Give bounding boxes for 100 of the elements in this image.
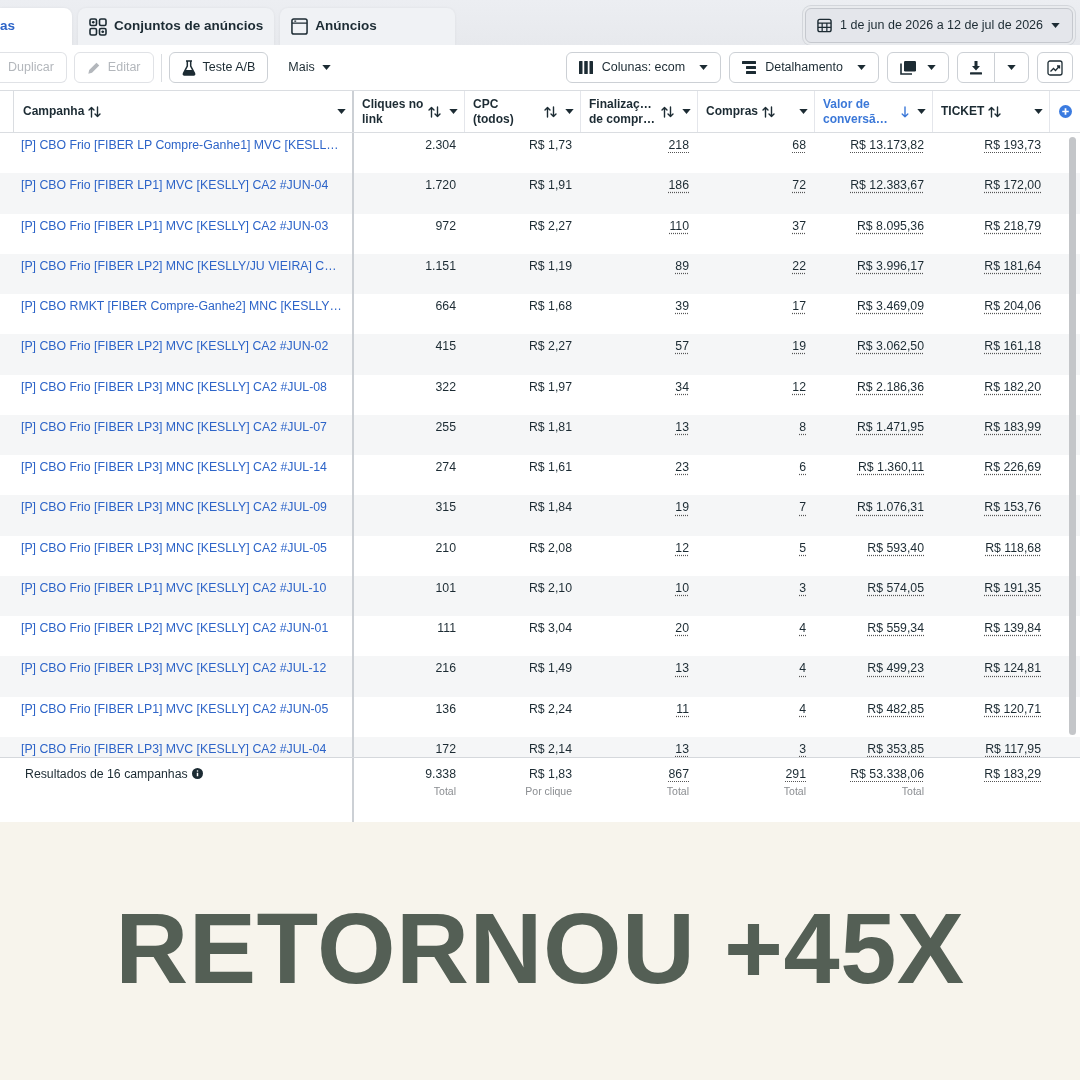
- caret-icon: [321, 65, 331, 70]
- table-cell-text: R$ 1,91: [527, 177, 573, 195]
- table-cell-text: 210: [434, 539, 457, 557]
- table-cell-text: R$ 1,84: [527, 499, 573, 517]
- caret-icon[interactable]: [799, 109, 808, 114]
- table-cell-text: R$ 2,27: [527, 217, 573, 235]
- table-cell-text: R$ 1.471,95: [856, 418, 925, 436]
- campaign-link[interactable]: [P] CBO Frio [FIBER LP3] MVC [KESLLY] CA2 #JUL-12: [21, 661, 327, 676]
- chart-button[interactable]: [1037, 52, 1073, 83]
- caret-icon[interactable]: [917, 109, 926, 114]
- caret-icon: [1007, 65, 1016, 70]
- table-cell-text: R$ 124,81: [983, 660, 1042, 678]
- tab[interactable]: as: [0, 8, 72, 45]
- tab[interactable]: Anúncios: [280, 8, 456, 45]
- sort-icon[interactable]: [88, 105, 102, 118]
- column-header[interactable]: CPC (todos): [465, 91, 581, 132]
- caret-icon[interactable]: [449, 109, 458, 114]
- caret-icon[interactable]: [682, 109, 691, 114]
- caret-icon[interactable]: [1034, 109, 1043, 114]
- add-column-icon[interactable]: [1058, 105, 1072, 118]
- table-cell-text: R$ 2,10: [527, 579, 573, 597]
- table-cell-text: 17: [791, 298, 807, 316]
- sort-icon[interactable]: [428, 105, 441, 118]
- table-cell-text: R$ 3.996,17: [856, 257, 925, 275]
- scrollbar[interactable]: [1069, 137, 1076, 735]
- table-cell-text: 72: [791, 177, 807, 195]
- column-header[interactable]: Finalizaç… de compr…: [581, 91, 698, 132]
- campaign-link[interactable]: [P] CBO Frio [FIBER LP3] MNC [KESLLY] CA2 #JUL-05: [21, 540, 327, 555]
- table-cell-text: R$ 1,61: [527, 459, 573, 477]
- table-cell-text: R$ 3.469,09: [856, 298, 925, 316]
- caret-icon: [927, 65, 936, 70]
- table-cell-text: R$ 191,35: [983, 579, 1042, 597]
- sort-descending-icon[interactable]: [901, 105, 909, 118]
- table-cell-text: 12: [674, 539, 690, 557]
- column-header[interactable]: Compras: [698, 91, 815, 132]
- campaign-link[interactable]: [P] CBO Frio [FIBER LP2] MNC [KESLLY/JU VIEIRA] C…: [21, 258, 337, 273]
- table-cell-text: 218: [667, 137, 690, 154]
- dropdown-button[interactable]: Colunas: ecom: [565, 52, 722, 83]
- campaign-link[interactable]: [P] CBO Frio [FIBER LP3] MNC [KESLLY] CA2 #JUL-08: [21, 379, 327, 394]
- table-cell-text: R$ 559,34: [866, 620, 925, 638]
- table-cell-text: 972: [434, 217, 457, 235]
- campaign-link[interactable]: [P] CBO Frio [FIBER LP2] MVC [KESLLY] CA2 #JUN-02: [21, 339, 329, 354]
- table-cell-text: R$ 182,20: [983, 378, 1042, 396]
- sort-icon[interactable]: [988, 105, 1002, 118]
- info-icon[interactable]: [191, 768, 203, 779]
- sort-icon[interactable]: [661, 105, 674, 118]
- total-caption: Total: [433, 784, 456, 798]
- campaign-link[interactable]: [P] CBO Frio [FIBER LP1] MVC [KESLLY] CA2 #JUL-10: [21, 580, 327, 595]
- campaign-link[interactable]: [P] CBO Frio [FIBER LP3] MNC [KESLLY] CA2 #JUL-09: [21, 500, 327, 515]
- total-caption: Total: [901, 784, 924, 798]
- tab[interactable]: Conjuntos de anúncios: [78, 8, 275, 45]
- table-cell-text: 172: [434, 741, 457, 757]
- column-header[interactable]: TICKET: [933, 91, 1050, 132]
- action-button[interactable]: Teste A/B: [168, 52, 269, 83]
- table-cell-text: 19: [674, 499, 690, 517]
- columns-icon: [578, 61, 593, 74]
- reports-button[interactable]: [887, 52, 949, 83]
- table-cell-text: R$ 117,95: [984, 741, 1042, 757]
- campaign-link[interactable]: [P] CBO RMKT [FIBER Compre-Ganhe2] MNC [KESLLY…: [21, 299, 342, 314]
- download-button[interactable]: [957, 52, 995, 83]
- table-cell-text: 1.151: [424, 257, 457, 275]
- campaign-link[interactable]: [P] CBO Frio [FIBER LP1] MVC [KESLLY] CA2 #JUN-03: [21, 218, 329, 233]
- sort-icon[interactable]: [544, 105, 557, 118]
- total-value: 291: [785, 766, 806, 782]
- table-cell-text: 4: [798, 620, 807, 638]
- caret-icon: [857, 65, 866, 70]
- table-cell-text: R$ 2,08: [527, 539, 573, 557]
- column-header[interactable]: Valor de conversã…: [815, 91, 933, 132]
- campaign-link[interactable]: [P] CBO Frio [FIBER LP2] MVC [KESLLY] CA2 #JUN-01: [21, 621, 329, 636]
- table-cell-text: R$ 499,23: [866, 660, 925, 678]
- campaign-link[interactable]: [P] CBO Frio [FIBER LP3] MVC [KESLLY] CA2 #JUL-04: [21, 742, 327, 756]
- campaign-link[interactable]: [P] CBO Frio [FIBER LP3] MNC [KESLLY] CA2 #JUL-14: [21, 460, 327, 475]
- bars-icon: [742, 61, 757, 74]
- table-cell-text: R$ 161,18: [983, 338, 1042, 356]
- caret-icon[interactable]: [565, 109, 574, 114]
- table-cell-text: 8: [798, 418, 807, 436]
- campaign-link[interactable]: [P] CBO Frio [FIBER LP1] MVC [KESLLY] CA2 #JUN-05: [21, 701, 329, 716]
- pencil-icon: [86, 60, 101, 75]
- table-cell-text: 5: [798, 539, 807, 557]
- campaign-link[interactable]: [P] CBO Frio [FIBER LP Compre-Ganhe1] MVC [KESLL…: [21, 138, 339, 152]
- table-cell-text: 39: [674, 298, 690, 316]
- headline: RETORNOU +45X: [115, 897, 965, 999]
- total-caption: Total: [666, 784, 689, 798]
- date-range-button[interactable]: 1 de jun de 2026 a 12 de jul de 2026: [805, 8, 1073, 43]
- table-cell-text: R$ 3,04: [527, 620, 573, 638]
- table-cell-text: R$ 153,76: [983, 499, 1042, 517]
- table-cell-text: R$ 353,85: [866, 741, 925, 757]
- caret-icon[interactable]: [337, 109, 346, 114]
- sort-icon[interactable]: [762, 105, 775, 118]
- table-cell-text: 23: [674, 459, 690, 477]
- campaign-link[interactable]: [P] CBO Frio [FIBER LP1] MVC [KESLLY] CA2 #JUN-04: [21, 178, 329, 193]
- table-cell-text: R$ 204,06: [983, 298, 1042, 316]
- column-header[interactable]: Cliques no link: [354, 91, 465, 132]
- table-cell-text: R$ 120,71: [983, 700, 1042, 718]
- table-cell-text: R$ 1,81: [527, 418, 573, 436]
- table-cell-text: R$ 181,64: [983, 257, 1042, 275]
- dropdown-button[interactable]: Detalhamento: [729, 52, 879, 83]
- table-cell-text: R$ 1,49: [527, 660, 573, 678]
- table-cell-text: R$ 1,97: [527, 378, 573, 396]
- campaign-link[interactable]: [P] CBO Frio [FIBER LP3] MNC [KESLLY] CA2 #JUL-07: [21, 419, 327, 434]
